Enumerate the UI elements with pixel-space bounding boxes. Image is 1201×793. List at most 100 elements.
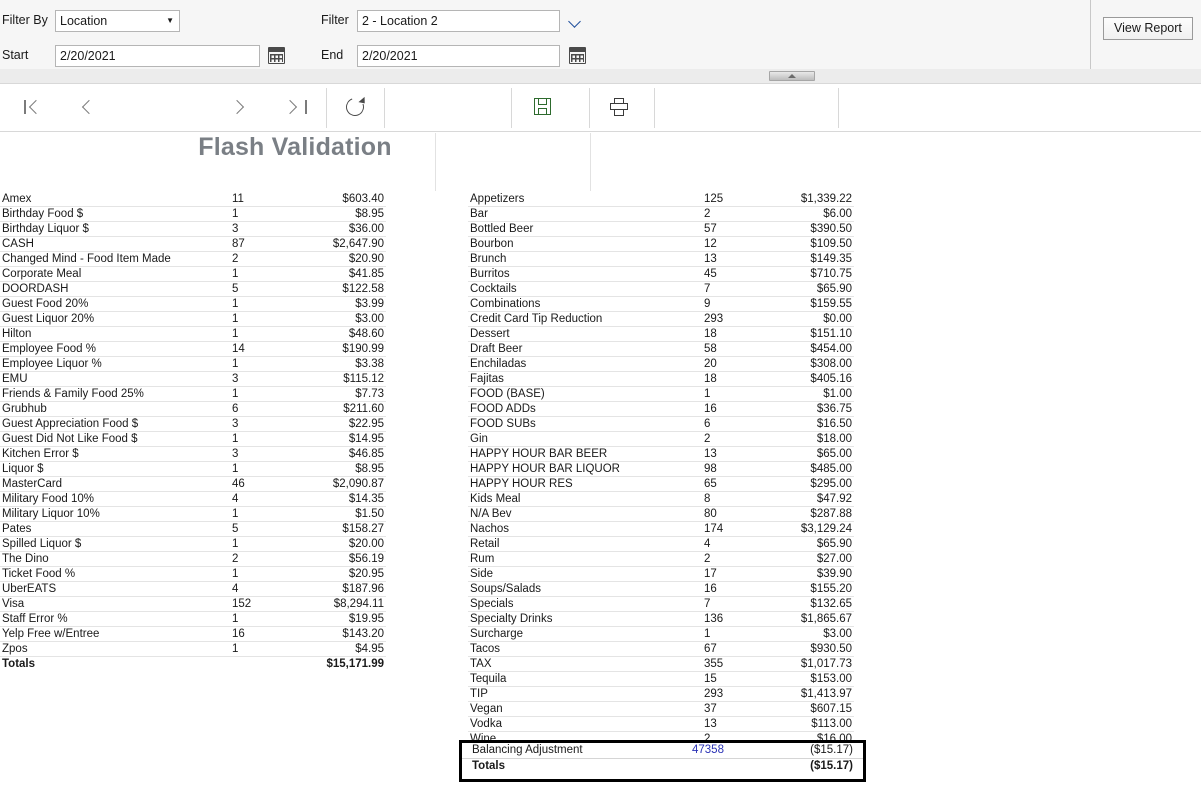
table-row: Guest Food 20% 1 $3.99 — [0, 296, 386, 312]
row-quantity: 136 — [704, 611, 760, 627]
next-page-button[interactable] — [220, 84, 258, 130]
row-amount: $1.50 — [292, 506, 386, 522]
totals-quantity — [232, 656, 292, 671]
row-name: MasterCard — [0, 476, 232, 492]
row-name: Bottled Beer — [468, 221, 704, 237]
row-amount: $3.38 — [292, 356, 386, 372]
row-name: Hilton — [0, 326, 232, 342]
first-page-icon — [28, 99, 44, 115]
row-name: Guest Liquor 20% — [0, 311, 232, 327]
row-amount: $390.50 — [760, 221, 854, 237]
table-row: Specialty Drinks 136 $1,865.67 — [468, 611, 854, 627]
table-row: FOOD SUBs 6 $16.50 — [468, 416, 854, 432]
toolbar-separator-6 — [838, 88, 839, 128]
row-amount: $56.19 — [292, 551, 386, 567]
row-amount: $109.50 — [760, 236, 854, 252]
balancing-adjustment-qty[interactable]: 47358 — [692, 743, 770, 759]
row-quantity: 18 — [704, 326, 760, 342]
row-name: Soups/Salads — [468, 581, 704, 597]
table-row: Hilton 1 $48.60 — [0, 326, 386, 342]
row-quantity: 1 — [704, 386, 760, 402]
row-amount: $0.00 — [760, 311, 854, 327]
end-calendar-icon[interactable] — [569, 47, 586, 64]
table-row: Fajitas 18 $405.16 — [468, 371, 854, 387]
filter-dropdown-toggle-icon[interactable] — [569, 15, 583, 29]
start-calendar-icon[interactable] — [268, 47, 285, 64]
row-name: Credit Card Tip Reduction — [468, 311, 704, 327]
save-disk-icon — [534, 98, 551, 115]
row-name: HAPPY HOUR BAR LIQUOR — [468, 461, 704, 477]
row-quantity: 1 — [232, 536, 292, 552]
filter-by-select[interactable]: Location ▼ — [55, 10, 180, 32]
export-button[interactable] — [524, 84, 562, 130]
row-name: Dessert — [468, 326, 704, 342]
row-quantity: 1 — [232, 611, 292, 627]
row-quantity: 4 — [232, 581, 292, 597]
row-amount: $20.90 — [292, 251, 386, 267]
row-quantity: 98 — [704, 461, 760, 477]
table-row: Retail 4 $65.90 — [468, 536, 854, 552]
sales-categories-table-body: Appetizers 125 $1,339.22 Bar 2 $6.00 Bottled B… — [468, 192, 854, 761]
print-button[interactable] — [600, 84, 638, 130]
page-title: Flash Validation — [198, 133, 392, 161]
table-row: Dessert 18 $151.10 — [468, 326, 854, 342]
table-row: Credit Card Tip Reduction 293 $0.00 — [468, 311, 854, 327]
row-quantity: 16 — [232, 626, 292, 642]
refresh-button[interactable] — [336, 84, 374, 130]
table-row: Draft Beer 58 $454.00 — [468, 341, 854, 357]
row-quantity: 57 — [704, 221, 760, 237]
table-row: Kitchen Error $3 $46.85 — [0, 446, 386, 462]
table-row: DOORDASH 5 $122.58 — [0, 281, 386, 297]
header-rule-right — [590, 133, 591, 191]
table-row: Friends & Family Food 25% 1 $7.73 — [0, 386, 386, 402]
row-amount: $149.35 — [760, 251, 854, 267]
row-quantity: 46 — [232, 476, 292, 492]
balancing-adjustment-label: Balancing Adjustment — [462, 743, 692, 759]
collapse-parameters-handle[interactable] — [769, 71, 815, 81]
filter-value-input[interactable] — [357, 10, 560, 32]
row-name: Ticket Food % — [0, 566, 232, 582]
row-amount: $930.50 — [760, 641, 854, 657]
end-date-input[interactable] — [357, 45, 560, 67]
table-row: HAPPY HOUR BAR LIQUOR 98 $485.00 — [468, 461, 854, 477]
row-amount: $6.00 — [760, 206, 854, 222]
table-row: Military Liquor 10% 1 $1.50 — [0, 506, 386, 522]
table-row: Balancing Adjustment 47358 ($15.17) — [462, 743, 863, 759]
row-name: Amex — [0, 192, 232, 207]
row-name: Tequila — [468, 671, 704, 687]
row-quantity: 1 — [232, 311, 292, 327]
balancing-adjustment-box: Balancing Adjustment 47358 ($15.17) Tota… — [459, 740, 866, 782]
last-page-button[interactable] — [278, 84, 316, 130]
row-quantity: 6 — [704, 416, 760, 432]
parameter-panel-splitter[interactable] — [0, 69, 1201, 84]
view-report-button[interactable]: View Report — [1103, 17, 1193, 40]
table-row: Enchiladas 20 $308.00 — [468, 356, 854, 372]
row-quantity: 7 — [704, 281, 760, 297]
first-page-button[interactable] — [12, 84, 50, 130]
row-name: Birthday Food $ — [0, 206, 232, 222]
balancing-adjustment-table: Balancing Adjustment 47358 ($15.17) Tota… — [462, 743, 863, 774]
table-row: FOOD (BASE) 1 $1.00 — [468, 386, 854, 402]
row-amount: $4.95 — [292, 641, 386, 657]
row-name: Guest Food 20% — [0, 296, 232, 312]
table-row: Combinations 9 $159.55 — [468, 296, 854, 312]
row-amount: $7.73 — [292, 386, 386, 402]
row-quantity: 1 — [232, 641, 292, 657]
row-name: Kids Meal — [468, 491, 704, 507]
table-row: Guest Did Not Like Food $1 $14.95 — [0, 431, 386, 447]
sales-categories-table: Appetizers 125 $1,339.22 Bar 2 $6.00 Bottled B… — [468, 192, 854, 761]
table-row: Vodka 13 $113.00 — [468, 716, 854, 732]
end-label: End — [321, 48, 344, 62]
row-name: Pates — [0, 521, 232, 537]
table-row: Birthday Food $1 $8.95 — [0, 206, 386, 222]
table-row: FOOD ADDs 16 $36.75 — [468, 401, 854, 417]
table-row: Bar 2 $6.00 — [468, 206, 854, 222]
previous-page-button[interactable] — [68, 84, 106, 130]
row-name: Staff Error % — [0, 611, 232, 627]
row-amount: $710.75 — [760, 266, 854, 282]
row-quantity: 1 — [232, 266, 292, 282]
start-date-input[interactable] — [55, 45, 260, 67]
row-quantity: 13 — [704, 251, 760, 267]
row-quantity: 87 — [232, 236, 292, 252]
table-row: UberEATS 4 $187.96 — [0, 581, 386, 597]
